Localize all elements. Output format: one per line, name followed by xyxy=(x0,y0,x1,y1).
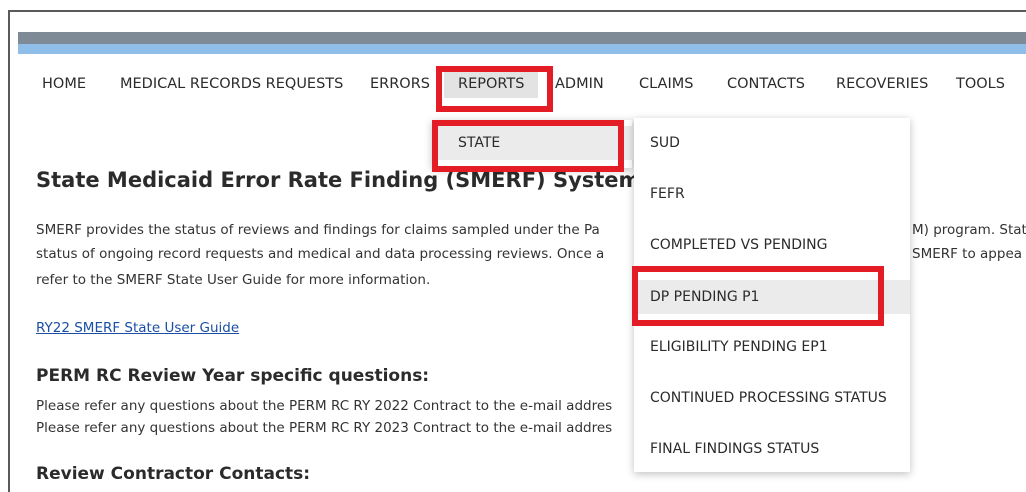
submenu-item-continued-processing-status[interactable]: CONTINUED PROCESSING STATUS xyxy=(634,381,910,415)
questions-heading: PERM RC Review Year specific questions: xyxy=(36,366,430,386)
nav-item-medical-records-requests[interactable]: MEDICAL RECORDS REQUESTS xyxy=(120,70,343,98)
intro-text-line-2: status of ongoing record requests and me… xyxy=(36,246,605,262)
page-title: State Medicaid Error Rate Finding (SMERF… xyxy=(36,168,641,192)
submenu-item-fefr[interactable]: FEFR xyxy=(634,177,910,211)
state-submenu: SUD FEFR COMPLETED VS PENDING DP PENDING… xyxy=(634,118,910,472)
nav-item-admin[interactable]: ADMIN xyxy=(555,70,604,98)
nav-item-claims[interactable]: CLAIMS xyxy=(639,70,693,98)
nav-item-home[interactable]: HOME xyxy=(42,70,86,98)
header-bar-dark xyxy=(18,32,1026,44)
nav-item-reports[interactable]: REPORTS xyxy=(444,70,539,98)
main-nav: HOME MEDICAL RECORDS REQUESTS ERRORS REP… xyxy=(0,70,1026,100)
submenu-item-dp-pending-p1[interactable]: DP PENDING P1 xyxy=(634,280,910,314)
nav-item-tools[interactable]: TOOLS xyxy=(956,70,1005,98)
submenu-item-sud[interactable]: SUD xyxy=(634,126,910,160)
contacts-heading: Review Contractor Contacts: xyxy=(36,464,311,484)
questions-line-2: Please refer any questions about the PER… xyxy=(36,420,613,436)
nav-item-recoveries[interactable]: RECOVERIES xyxy=(836,70,928,98)
smerf-user-guide-link[interactable]: RY22 SMERF State User Guide xyxy=(36,320,239,336)
submenu-item-final-findings-status[interactable]: FINAL FINDINGS STATUS xyxy=(634,432,910,466)
reports-dropdown: STATE xyxy=(432,120,638,168)
header-bar-light xyxy=(18,44,1026,54)
submenu-item-completed-vs-pending[interactable]: COMPLETED VS PENDING xyxy=(634,228,910,262)
nav-item-contacts[interactable]: CONTACTS xyxy=(727,70,805,98)
nav-item-errors[interactable]: ERRORS xyxy=(370,70,430,98)
intro-text-line-1-right: M) program. State xyxy=(912,222,1026,238)
intro-text-line-3: refer to the SMERF State User Guide for … xyxy=(36,272,431,288)
submenu-item-eligibility-pending-ep1[interactable]: ELIGIBILITY PENDING EP1 xyxy=(634,330,910,364)
intro-text-line-1: SMERF provides the status of reviews and… xyxy=(36,222,600,238)
intro-text-line-2-right: SMERF to appea xyxy=(912,246,1023,262)
reports-menu-item-state[interactable]: STATE xyxy=(432,126,638,160)
questions-line-1: Please refer any questions about the PER… xyxy=(36,398,613,414)
